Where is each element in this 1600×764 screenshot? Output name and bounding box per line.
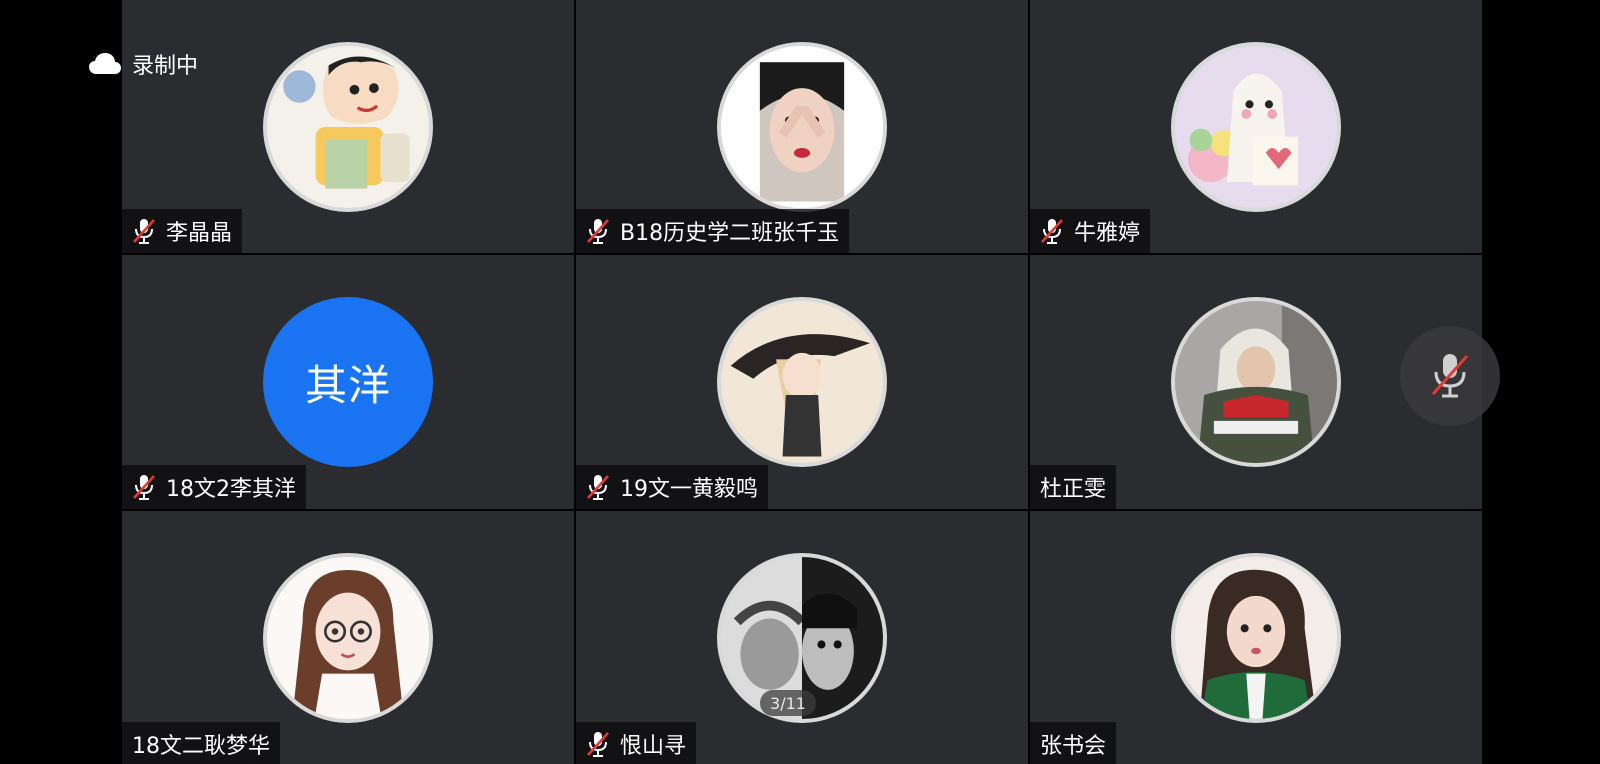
mic-muted-icon (1431, 354, 1469, 398)
cartoon-girl-glasses-avatar-icon (267, 557, 429, 719)
hooded-person-avatar-icon (1175, 301, 1337, 463)
participant-namebar: 恨山寻 (576, 722, 697, 764)
page-indicator[interactable]: 3/11 (760, 690, 816, 716)
participant-name: 18文二耿梦华 (132, 734, 270, 759)
participant-text-avatar: 其洋 (263, 297, 433, 467)
page-indicator-label: 3/11 (770, 693, 806, 713)
mic-muted-icon (584, 472, 612, 502)
participant-namebar: 牛雅婷 (1030, 209, 1151, 253)
girl-green-jacket-avatar-icon (1175, 557, 1337, 719)
participant-tile[interactable]: 18文二耿梦华 (122, 511, 574, 764)
recording-label: 录制中 (132, 54, 199, 79)
mic-muted-icon (130, 472, 158, 502)
participant-tile[interactable]: B18历史学二班张千玉 (576, 0, 1028, 253)
participant-avatar (1171, 553, 1341, 723)
recording-indicator: 录制中 (88, 48, 198, 80)
participant-name: 牛雅婷 (1074, 221, 1141, 246)
participant-avatar (1171, 42, 1341, 212)
participant-name: 杜正雯 (1040, 477, 1107, 502)
participant-tile[interactable]: 李晶晶 (122, 0, 574, 253)
participant-name: 李晶晶 (166, 221, 233, 246)
girl-selfie-avatar-icon (721, 46, 883, 208)
mic-muted-icon (584, 729, 612, 759)
ghost-flowers-avatar-icon (1175, 46, 1337, 208)
participant-tile[interactable]: 恨山寻 (576, 511, 1028, 764)
participant-avatar (717, 42, 887, 212)
participant-name: 恨山寻 (620, 734, 687, 759)
mic-muted-icon (584, 216, 612, 246)
participant-grid: 李晶晶 B18历史学二班张千玉 牛雅婷 其洋 18文2李其洋 19文一黄毅鸣 杜… (122, 0, 1482, 764)
participant-namebar: B18历史学二班张千玉 (576, 209, 850, 253)
participant-avatar (263, 42, 433, 212)
participant-tile[interactable]: 张书会 (1030, 511, 1482, 764)
participant-tile[interactable]: 19文一黄毅鸣 (576, 255, 1028, 509)
avatar-initials: 其洋 (304, 360, 391, 410)
participant-name: B18历史学二班张千玉 (620, 221, 840, 246)
participant-tile[interactable]: 牛雅婷 (1030, 0, 1482, 253)
participant-namebar: 18文2李其洋 (122, 465, 306, 509)
participant-namebar: 张书会 (1030, 722, 1117, 764)
participant-tile[interactable]: 其洋 18文2李其洋 (122, 255, 574, 509)
cartoon-boy-avatar-icon (267, 46, 429, 208)
cloud-icon (89, 53, 121, 74)
participant-name: 18文2李其洋 (166, 477, 296, 502)
participant-avatar (263, 553, 433, 723)
anime-witch-avatar-icon (721, 301, 883, 463)
participant-avatar (1171, 297, 1341, 467)
participant-namebar: 李晶晶 (122, 209, 243, 253)
participant-name: 19文一黄毅鸣 (620, 477, 758, 502)
meeting-stage: 录制中 李晶晶 B18历史学二班张千玉 牛雅婷 其洋 18文2李其洋 19文一黄… (0, 0, 1600, 764)
mic-muted-icon (130, 216, 158, 246)
participant-namebar: 18文二耿梦华 (122, 722, 280, 764)
participant-namebar: 19文一黄毅鸣 (576, 465, 768, 509)
mic-muted-icon (1038, 216, 1066, 246)
self-mic-toggle-button[interactable] (1400, 326, 1500, 426)
participant-name: 张书会 (1040, 734, 1107, 759)
participant-namebar: 杜正雯 (1030, 465, 1117, 509)
participant-avatar (717, 297, 887, 467)
